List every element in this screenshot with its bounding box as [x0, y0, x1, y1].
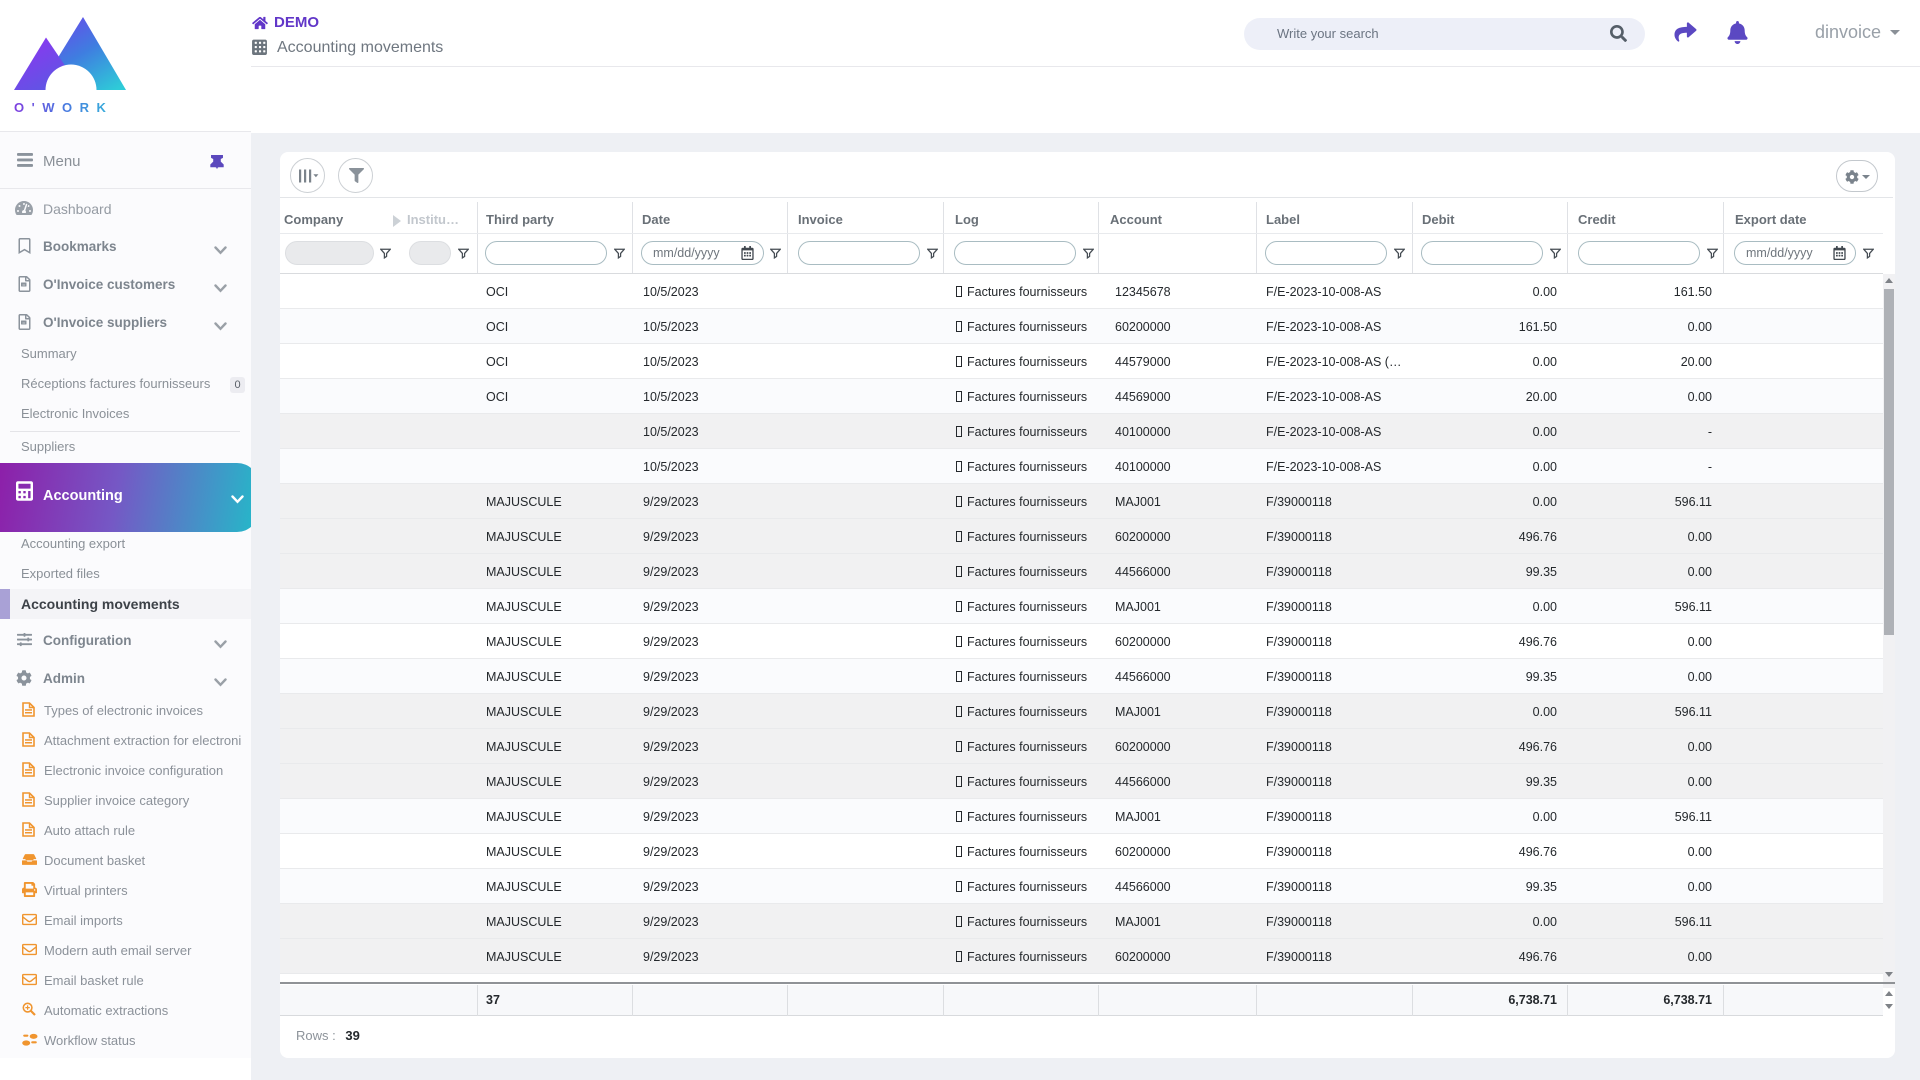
- svg-text:O'WORK: O'WORK: [14, 100, 113, 115]
